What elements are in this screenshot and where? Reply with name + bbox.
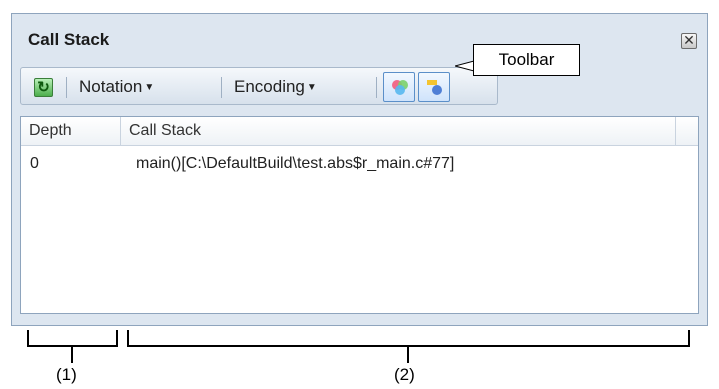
- color-palette-icon: [392, 80, 408, 95]
- paint-tool-button[interactable]: [418, 72, 450, 102]
- toolbar-separator: [66, 77, 67, 98]
- bracket-call-stack-column: [127, 330, 690, 347]
- column-header-call-stack[interactable]: Call Stack: [121, 117, 676, 145]
- color-palette-button[interactable]: [383, 72, 415, 102]
- bracket-depth-column: [27, 330, 118, 347]
- chevron-down-icon: ▼: [306, 82, 317, 93]
- bracket-stem: [407, 347, 409, 363]
- toolbar-separator: [221, 77, 222, 98]
- notation-menu-button[interactable]: Notation ▼: [79, 77, 154, 97]
- cell-call-stack: main()[C:\DefaultBuild\test.abs$r_main.c…: [136, 155, 455, 172]
- annotation-label-2: (2): [394, 365, 415, 384]
- call-stack-panel: Call Stack ✕ ↻ Notation ▼ Encoding ▼ Dep…: [11, 13, 708, 326]
- encoding-label: Encoding: [234, 77, 305, 96]
- close-icon[interactable]: ✕: [681, 33, 697, 49]
- paint-tool-icon: [427, 80, 442, 95]
- cell-depth: 0: [30, 155, 39, 172]
- toolbar-separator: [376, 77, 377, 98]
- toolbar-callout: Toolbar: [473, 44, 580, 76]
- toolbar: ↻ Notation ▼ Encoding ▼: [20, 67, 498, 105]
- column-header-depth[interactable]: Depth: [21, 117, 121, 145]
- panel-title: Call Stack: [28, 30, 110, 49]
- callout-pointer: [455, 60, 475, 72]
- table-header: Depth Call Stack: [21, 117, 698, 146]
- encoding-menu-button[interactable]: Encoding ▼: [234, 77, 317, 97]
- notation-label: Notation: [79, 77, 143, 96]
- annotation-label-1: (1): [56, 365, 77, 384]
- bracket-stem: [71, 347, 73, 363]
- refresh-icon[interactable]: ↻: [34, 78, 53, 97]
- call-stack-table: Depth Call Stack 0 main()[C:\DefaultBuil…: [20, 116, 699, 314]
- chevron-down-icon: ▼: [144, 82, 155, 93]
